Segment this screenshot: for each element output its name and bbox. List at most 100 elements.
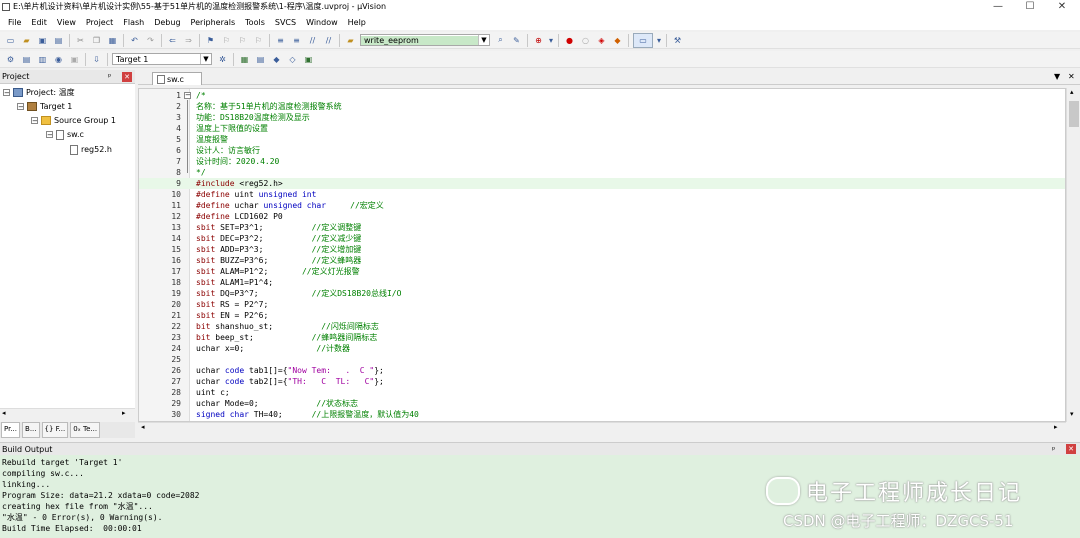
- collapse-icon[interactable]: −: [31, 117, 38, 125]
- code-line[interactable]: 30 signed char TH=40; //上限报警温度，默认值为40: [139, 409, 1065, 420]
- code-line[interactable]: 12 #define LCD1602 P0: [139, 211, 1065, 222]
- collapse-icon[interactable]: −: [17, 103, 24, 111]
- tree-item-file[interactable]: − sw.c: [46, 128, 84, 141]
- configure-icon[interactable]: ⚒: [671, 34, 684, 47]
- next-bookmark-icon[interactable]: ⚐: [236, 34, 249, 47]
- chevron-down-icon[interactable]: ▼: [478, 35, 489, 45]
- tree-item-header[interactable]: reg52.h: [70, 143, 112, 156]
- tab-functions[interactable]: {} F...: [41, 422, 69, 438]
- find-icon[interactable]: ⌕: [494, 34, 507, 47]
- scroll-right-icon[interactable]: ▸: [122, 409, 126, 417]
- manage-project-icon[interactable]: ▦: [238, 53, 251, 66]
- select-packs-icon[interactable]: ◆: [270, 53, 283, 66]
- code-line[interactable]: 24 uchar x=0; //计数器: [139, 343, 1065, 354]
- menu-tools[interactable]: Tools: [240, 18, 270, 27]
- download-icon[interactable]: ⇩: [90, 53, 103, 66]
- editor-vertical-scrollbar[interactable]: ▴ ▾: [1066, 88, 1080, 422]
- code-line[interactable]: 27 uchar code tab2[]={"TH: C TL: C"};: [139, 376, 1065, 387]
- code-line[interactable]: 25: [139, 354, 1065, 365]
- code-line[interactable]: 28 uint c;: [139, 387, 1065, 398]
- scroll-thumb[interactable]: [1069, 101, 1079, 127]
- close-panel-button[interactable]: ✕: [122, 72, 132, 82]
- collapse-icon[interactable]: −: [46, 131, 53, 139]
- bookmark-icon[interactable]: ⚑: [204, 34, 217, 47]
- scroll-left-icon[interactable]: ◂: [2, 409, 6, 417]
- code-line[interactable]: 5 温度报警: [139, 134, 1065, 145]
- unindent-icon[interactable]: ≡: [290, 34, 303, 47]
- window-layout-icon[interactable]: ▭: [633, 32, 653, 48]
- target-options-icon[interactable]: ✲: [216, 53, 229, 66]
- fold-collapse-icon[interactable]: −: [184, 92, 191, 99]
- pack-installer-icon[interactable]: ▣: [302, 53, 315, 66]
- code-line[interactable]: 13 sbit SET=P3^1; //定义调整键: [139, 222, 1065, 233]
- code-line[interactable]: 19 sbit DQ=P3^7; //定义DS18B20总线I/O: [139, 288, 1065, 299]
- menu-flash[interactable]: Flash: [118, 18, 149, 27]
- tree-item-group[interactable]: − Source Group 1: [31, 114, 116, 127]
- code-line[interactable]: 8 */: [139, 167, 1065, 178]
- find-combo[interactable]: write_eeprom ▼: [360, 34, 490, 46]
- open-folder-icon[interactable]: ▰: [20, 34, 33, 47]
- code-line[interactable]: 15 sbit ADD=P3^3; //定义增加键: [139, 244, 1065, 255]
- code-line[interactable]: 14 sbit DEC=P3^2; //定义减少键: [139, 233, 1065, 244]
- tab-project[interactable]: Pr...: [1, 422, 21, 438]
- code-line[interactable]: 26 uchar code tab1[]={"Now Tem: . C "};: [139, 365, 1065, 376]
- incremental-find-icon[interactable]: ✎: [510, 34, 523, 47]
- code-line[interactable]: 2 名称：基于51单片机的温度检测报警系统: [139, 101, 1065, 112]
- new-file-icon[interactable]: ▭: [4, 34, 17, 47]
- menu-window[interactable]: Window: [301, 18, 343, 27]
- scroll-up-icon[interactable]: ▴: [1070, 88, 1074, 96]
- code-editor[interactable]: 1 /* 2 名称：基于51单片机的温度检测报警系统 3 功能：DS18B20温度检测及显…: [138, 88, 1066, 422]
- breakpoint-icon[interactable]: ●: [563, 34, 576, 47]
- comment-icon[interactable]: //: [306, 34, 319, 47]
- file-extensions-icon[interactable]: ▤: [254, 53, 267, 66]
- copy-icon[interactable]: ❐: [90, 34, 103, 47]
- code-line[interactable]: 21 sbit EN = P2^6;: [139, 310, 1065, 321]
- debug-session-icon[interactable]: ⊕: [532, 34, 545, 47]
- code-line[interactable]: 16 sbit BUZZ=P3^6; //定义蜂鸣器: [139, 255, 1065, 266]
- code-line[interactable]: 4 温度上下限值的设置: [139, 123, 1065, 134]
- tree-item-target[interactable]: − Target 1: [17, 100, 72, 113]
- tree-item-project[interactable]: − Project: 温度: [3, 86, 75, 99]
- menu-edit[interactable]: Edit: [26, 18, 52, 27]
- editor-horizontal-scrollbar[interactable]: ◂ ▸: [138, 422, 1066, 434]
- close-window-button[interactable]: ✕: [1048, 0, 1076, 14]
- code-line[interactable]: 7 设计时间：2020.4.20: [139, 156, 1065, 167]
- code-line[interactable]: 20 sbit RS = P2^7;: [139, 299, 1065, 310]
- uncomment-icon[interactable]: //: [322, 34, 335, 47]
- menu-view[interactable]: View: [52, 18, 81, 27]
- stop-build-icon[interactable]: ▣: [68, 53, 81, 66]
- indent-icon[interactable]: ≡: [274, 34, 287, 47]
- prev-bookmark-icon[interactable]: ⚐: [220, 34, 233, 47]
- menu-peripherals[interactable]: Peripherals: [186, 18, 241, 27]
- code-line[interactable]: 17 sbit ALAM=P1^2; //定义灯光报警: [139, 266, 1065, 277]
- menu-debug[interactable]: Debug: [149, 18, 185, 27]
- clear-bookmarks-icon[interactable]: ⚐: [252, 34, 265, 47]
- close-panel-button[interactable]: ✕: [1066, 444, 1076, 454]
- disable-breakpoint-icon[interactable]: ○: [579, 34, 592, 47]
- undo-icon[interactable]: ↶: [128, 34, 141, 47]
- tab-templates[interactable]: 0ₓ Te...: [70, 422, 101, 438]
- rebuild-icon[interactable]: ▥: [36, 53, 49, 66]
- chevron-down-icon[interactable]: ▾: [548, 34, 554, 47]
- code-line[interactable]: 3 功能：DS18B20温度检测及显示: [139, 112, 1065, 123]
- close-tab-button[interactable]: ✕: [1068, 72, 1075, 81]
- code-line[interactable]: 18 sbit ALAM1=P1^4;: [139, 277, 1065, 288]
- tab-sw-c[interactable]: sw.c: [152, 72, 202, 85]
- target-combo[interactable]: Target 1 ▼: [112, 53, 212, 65]
- menu-svcs[interactable]: SVCS: [270, 18, 301, 27]
- batch-build-icon[interactable]: ◉: [52, 53, 65, 66]
- translate-icon[interactable]: ⚙: [4, 53, 17, 66]
- chevron-down-icon[interactable]: ▼: [200, 54, 211, 64]
- find-in-files-icon[interactable]: ▰: [344, 34, 357, 47]
- code-line[interactable]: 29 uchar Mode=0; //状态标志: [139, 398, 1065, 409]
- tab-books[interactable]: B...: [22, 422, 40, 438]
- code-line[interactable]: 6 设计人：访言敏行: [139, 145, 1065, 156]
- code-line[interactable]: 1 /*: [139, 90, 1065, 101]
- code-line[interactable]: 11 #define uchar unsigned char //宏定义: [139, 200, 1065, 211]
- kill-breakpoints-icon[interactable]: ◈: [595, 34, 608, 47]
- menu-project[interactable]: Project: [81, 18, 118, 27]
- code-line[interactable]: 9 #include <reg52.h>: [139, 178, 1065, 189]
- redo-icon[interactable]: ↷: [144, 34, 157, 47]
- cut-icon[interactable]: ✂: [74, 34, 87, 47]
- scroll-left-icon[interactable]: ◂: [141, 423, 145, 431]
